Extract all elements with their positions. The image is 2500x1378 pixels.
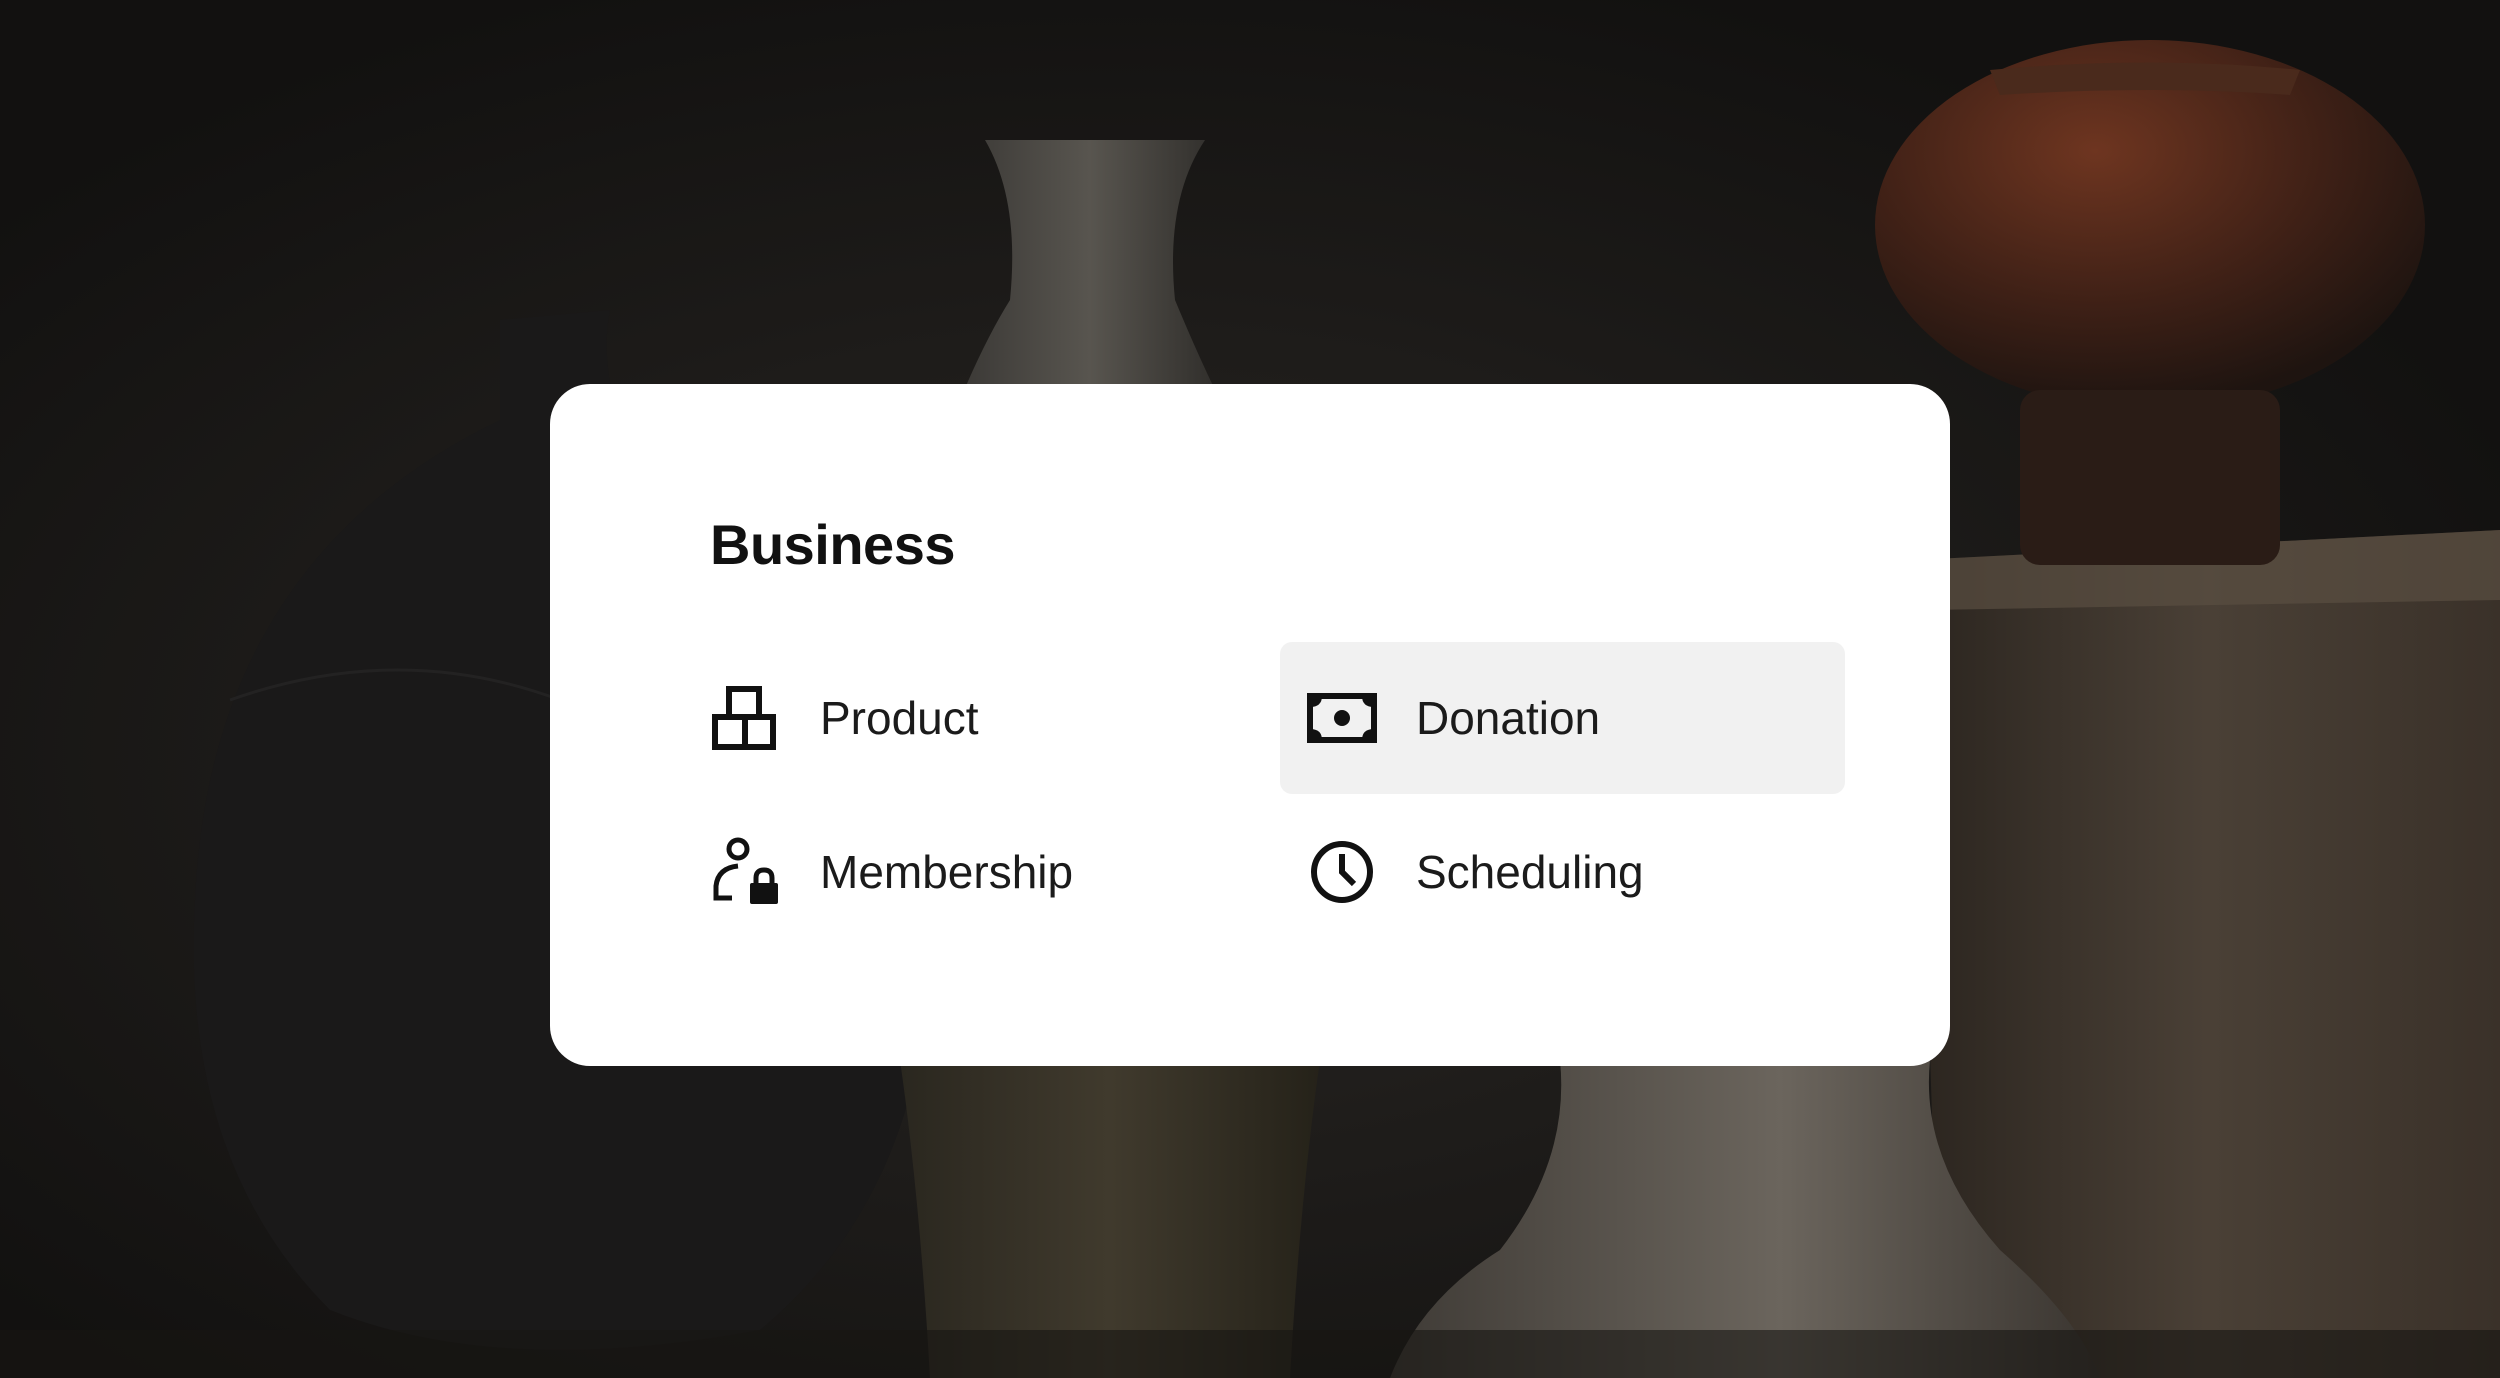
menu-item-donation[interactable]: Donation <box>1280 642 1845 794</box>
clock-icon <box>1306 836 1378 908</box>
business-menu-card: Business Product Donation Membership Sch… <box>550 384 1950 1066</box>
menu-item-membership[interactable]: Membership <box>708 796 1268 948</box>
menu-item-label: Membership <box>820 846 1074 898</box>
menu-item-label: Scheduling <box>1416 846 1644 898</box>
menu-item-label: Donation <box>1416 692 1601 744</box>
section-title: Business <box>710 513 956 576</box>
person-lock-icon <box>708 836 780 908</box>
menu-item-scheduling[interactable]: Scheduling <box>1280 796 1845 948</box>
menu-item-label: Product <box>820 692 979 744</box>
banknote-icon <box>1306 682 1378 754</box>
menu-item-product[interactable]: Product <box>708 642 1268 794</box>
boxes-icon <box>708 682 780 754</box>
